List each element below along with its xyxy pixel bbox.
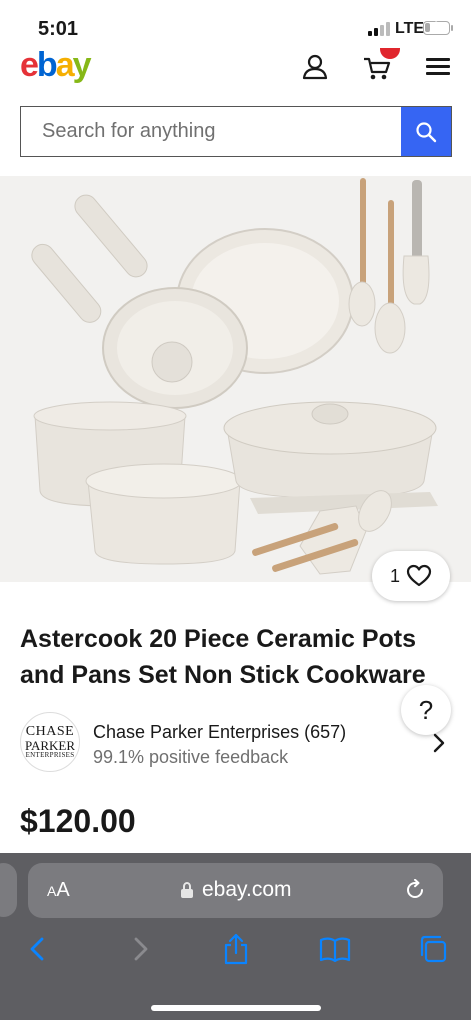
search-icon (416, 121, 437, 142)
previous-tab[interactable] (0, 863, 17, 917)
ebay-logo[interactable]: ebay (20, 46, 92, 85)
heart-icon (406, 564, 432, 587)
status-time: 5:01 (38, 18, 79, 40)
tabs-icon[interactable] (418, 933, 448, 965)
search-input[interactable] (21, 107, 401, 156)
seller-name: Chase Parker Enterprises (657) (93, 722, 347, 742)
chevron-right-icon (433, 733, 445, 753)
reader-options-button[interactable]: AA (47, 879, 70, 902)
product-price: $120.00 (20, 803, 136, 839)
forward-icon[interactable] (124, 933, 154, 965)
user-icon[interactable] (300, 52, 330, 82)
share-icon[interactable] (221, 933, 251, 965)
seller-feedback: 99.1% positive feedback (93, 747, 289, 767)
back-icon[interactable] (24, 933, 54, 965)
search-button[interactable] (401, 107, 451, 156)
reload-icon[interactable] (404, 879, 426, 901)
lock-icon (181, 881, 193, 898)
home-indicator[interactable] (151, 1005, 321, 1011)
network-type: LTE (395, 20, 425, 37)
battery-icon: 1 (423, 20, 450, 35)
product-title: Astercook 20 Piece Ceramic Pots and Pans… (20, 625, 426, 689)
cookware-illustration (31, 178, 438, 575)
watch-button[interactable]: 1 (372, 551, 450, 601)
signal-icon (368, 22, 392, 36)
browser-toolbar: AA ebay.com (0, 853, 471, 1020)
status-bar: 5:01 LTE 1 (0, 0, 471, 48)
battery-level: 1 (432, 20, 440, 32)
menu-icon[interactable] (426, 56, 450, 76)
seller-info[interactable]: CHASE PARKER ENTERPRISES Chase Parker En… (20, 712, 450, 776)
search-bar (20, 106, 452, 157)
watch-count: 1 (389, 565, 400, 586)
product-image[interactable] (0, 176, 471, 582)
bookmarks-icon[interactable] (318, 933, 352, 965)
url-text: ebay.com (202, 878, 292, 901)
seller-avatar: CHASE PARKER ENTERPRISES (20, 712, 80, 772)
address-bar[interactable]: AA ebay.com (28, 863, 443, 918)
